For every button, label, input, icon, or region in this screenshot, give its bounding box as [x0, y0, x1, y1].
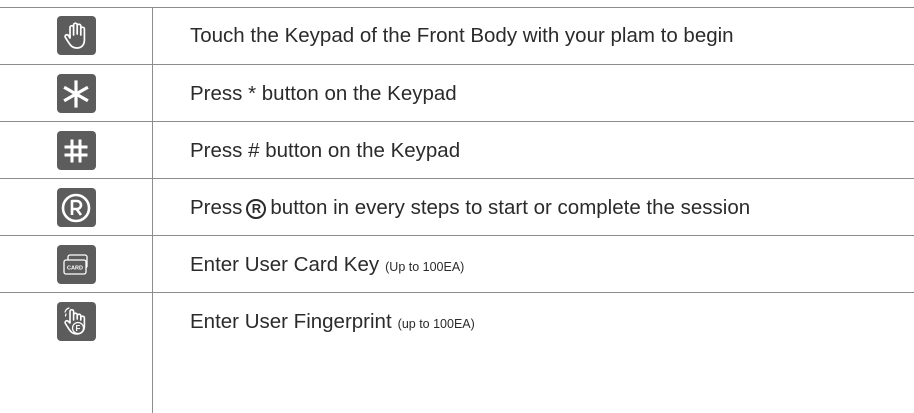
card-key-icon: CARD	[56, 245, 96, 284]
capacity-note: (Up to 100EA)	[385, 259, 465, 274]
text-after: button in every steps to start or comple…	[270, 195, 751, 219]
legend-row-card: CARD Enter User Card Key (Up to 100EA)	[0, 235, 914, 293]
legend-text: Press * button on the Keypad	[190, 81, 457, 105]
icon-cell	[0, 65, 152, 122]
legend-row-fingerprint: F Enter User Fingerprint (up to 100EA)	[0, 292, 914, 350]
icon-cell	[0, 7, 152, 64]
icon-cell: F	[0, 293, 152, 350]
icon-cell: CARD	[0, 236, 152, 293]
asterisk-key-icon	[56, 74, 96, 113]
palm-touch-icon	[56, 16, 96, 55]
hash-key-icon	[56, 131, 96, 170]
fingerprint-label: F	[76, 324, 81, 333]
legend-row-palm: Touch the Keypad of the Front Body with …	[0, 7, 914, 64]
legend-text: Touch the Keypad of the Front Body with …	[190, 23, 734, 47]
r-button-icon	[56, 188, 96, 227]
legend-text: Enter User Card Key (Up to 100EA)	[190, 236, 464, 293]
icon-cell	[0, 179, 152, 236]
main-text: Enter User Fingerprint	[190, 309, 392, 333]
legend-text: Press R button in every steps to start o…	[190, 179, 750, 236]
icon-cell	[0, 122, 152, 179]
text-before: Press	[190, 195, 243, 219]
card-label: CARD	[67, 265, 83, 271]
capacity-note: (up to 100EA)	[397, 316, 475, 331]
icon-legend-table: Touch the Keypad of the Front Body with …	[0, 0, 914, 413]
legend-text: Press # button on the Keypad	[190, 138, 461, 162]
r-symbol: R	[246, 198, 267, 219]
legend-row-r-button: Press R button in every steps to start o…	[0, 178, 914, 236]
legend-text: Enter User Fingerprint (up to 100EA)	[190, 293, 475, 350]
main-text: Enter User Card Key	[190, 252, 380, 276]
legend-row-hash: Press # button on the Keypad	[0, 121, 914, 179]
fingerprint-icon: F	[56, 302, 96, 341]
legend-row-asterisk: Press * button on the Keypad	[0, 64, 914, 122]
